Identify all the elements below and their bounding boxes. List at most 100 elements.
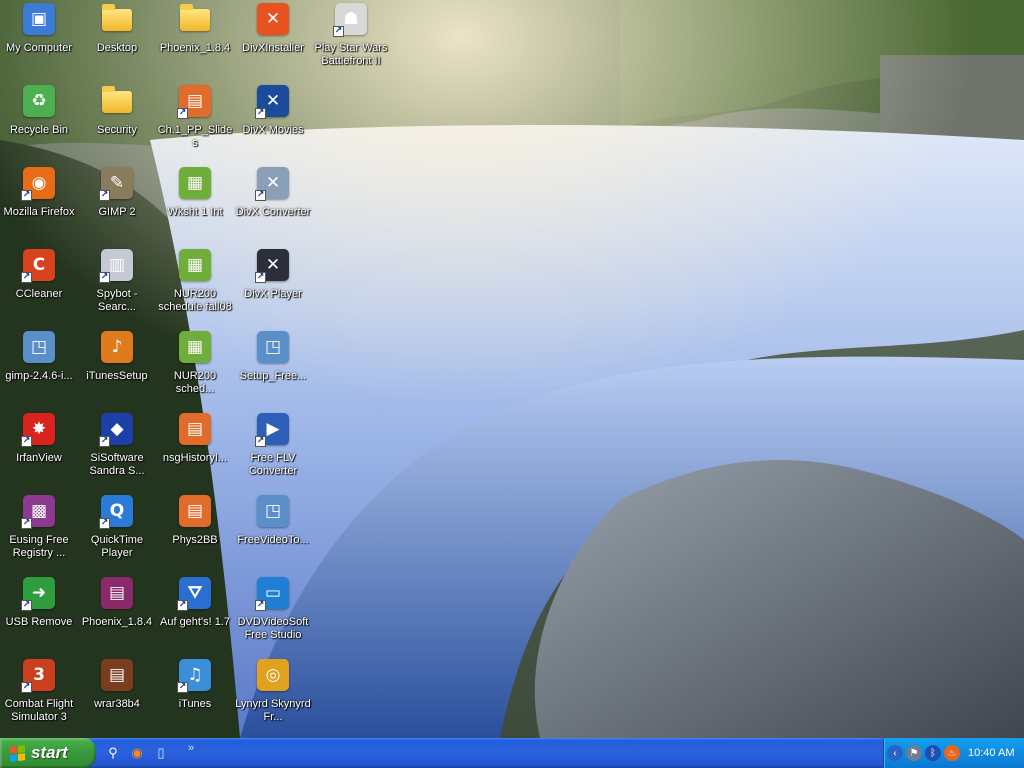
itunes-icon: ♫ ↗	[177, 659, 211, 693]
desktop-icon[interactable]: ▶ ↗ Free FLV Converter	[234, 410, 312, 492]
desktop-icon-label: DVDVideoSoft Free Studio	[237, 616, 309, 641]
desktop-icon-label: Phys2BB	[172, 534, 218, 546]
itunes-setup-icon: ♪	[101, 331, 133, 363]
desktop-icon-label: DivX Movies	[242, 124, 304, 136]
empty-grid-cell	[312, 246, 390, 328]
powerpoint-file-icon: ▤	[179, 413, 211, 445]
desktop-icon-label: USB Remove	[5, 616, 73, 628]
folder-icon	[180, 4, 210, 31]
desktop-icon[interactable]: ◆ ↗ SiSoftware Sandra S...	[78, 410, 156, 492]
desktop-icon[interactable]: Desktop	[78, 0, 156, 82]
desktop-icon[interactable]: ✕ ↗ DivX Player	[234, 246, 312, 328]
tray-collapse-icon[interactable]: ‹	[887, 745, 903, 761]
desktop-icon[interactable]: ♻ Recycle Bin	[0, 82, 78, 164]
desktop-icon-label: DivX Player	[244, 288, 302, 300]
desktop-icon[interactable]: 3 ↗ Combat Flight Simulator 3	[0, 656, 78, 738]
desktop-icon-label: nsgHistoryI...	[162, 452, 228, 464]
desktop-icon-label: Mozilla Firefox	[3, 206, 75, 218]
bluetooth-icon[interactable]: ᛒ	[925, 745, 941, 761]
desktop-icon-label: NUR200 sched...	[173, 370, 217, 395]
desktop-icon[interactable]: ✎ ↗ GIMP 2	[78, 164, 156, 246]
desktop-icon[interactable]: Security	[78, 82, 156, 164]
desktop-icon[interactable]: ▤ Phoenix_1.8.4	[78, 574, 156, 656]
desktop-icon[interactable]: ▦ NUR200 schedule fall08	[156, 246, 234, 328]
flv-converter-icon: ▶ ↗	[255, 413, 289, 447]
shortcut-arrow-icon: ↗	[21, 190, 32, 201]
shortcut-arrow-icon: ↗	[21, 272, 32, 283]
media-file-icon: ◎	[257, 659, 289, 691]
desktop-icon[interactable]: ✕ ↗ DivX Movies	[234, 82, 312, 164]
desktop-icon[interactable]: ◳ FreeVideoTo...	[234, 492, 312, 574]
desktop-icon[interactable]: C ↗ CCleaner	[0, 246, 78, 328]
shortcut-arrow-icon: ↗	[99, 518, 110, 529]
firefox-icon[interactable]: ◉	[128, 744, 146, 762]
flame-icon[interactable]: ♨	[944, 745, 960, 761]
installer-icon: ◳	[257, 495, 289, 527]
desktop-icon[interactable]: ✸ ↗ IrfanView	[0, 410, 78, 492]
folder-icon	[102, 86, 132, 113]
desktop-icon-label: gimp-2.4.6-i...	[5, 370, 73, 382]
desktop-icon[interactable]: ▤ wrar38b4	[78, 656, 156, 738]
desktop-icon[interactable]: ▥ ↗ Spybot - Searc...	[78, 246, 156, 328]
desktop-icon[interactable]: ▣ My Computer	[0, 0, 78, 82]
shortcut-arrow-icon: ↗	[255, 272, 266, 283]
shortcut-arrow-icon: ↗	[177, 600, 188, 611]
shortcut-arrow-icon: ↗	[99, 272, 110, 283]
divx-converter-icon: ✕ ↗	[255, 167, 289, 201]
desktop-icon[interactable]: Q ↗ QuickTime Player	[78, 492, 156, 574]
desktop-icon[interactable]: ♪ iTunesSetup	[78, 328, 156, 410]
desktop-icon[interactable]: ▤ nsgHistoryI...	[156, 410, 234, 492]
empty-grid-cell	[312, 492, 390, 574]
desktop-icon[interactable]: ♫ ↗ iTunes	[156, 656, 234, 738]
desktop-icon-label: Ch.1_PP_Slides	[157, 124, 233, 149]
divx-player-icon: ✕ ↗	[255, 249, 289, 283]
empty-grid-cell	[312, 82, 390, 164]
desktop-icon-label: iTunesSetup	[86, 370, 148, 382]
recycle-bin-icon: ♻	[23, 85, 55, 117]
spreadsheet-file-icon: ▦	[179, 331, 211, 363]
desktop-icon[interactable]: ◎ Lynyrd Skynyrd Fr...	[234, 656, 312, 738]
firefox-icon: ◉ ↗	[21, 167, 55, 201]
search-icon[interactable]: ⚲	[104, 744, 122, 762]
desktop-icon[interactable]: ⛛ ↗ Auf geht's! 1.7	[156, 574, 234, 656]
divx-installer-icon: ✕	[257, 3, 289, 35]
desktop-icon-label: Phoenix_1.8.4	[81, 616, 153, 628]
installer-icon: ◳	[257, 331, 289, 363]
desktop-icon[interactable]: ▦ NUR200 sched...	[156, 328, 234, 410]
desktop-icon-label: Lynyrd Skynyrd Fr...	[235, 698, 311, 723]
desktop-icon-label: iTunes	[178, 698, 212, 710]
desktop-icon-label: Spybot - Searc...	[96, 288, 138, 313]
desktop-icon[interactable]: ✕ ↗ DivX Converter	[234, 164, 312, 246]
ccleaner-icon: C ↗	[21, 249, 55, 283]
desktop-icon-label: Recycle Bin	[9, 124, 69, 136]
desktop-icon[interactable]: ➜ ↗ USB Remove	[0, 574, 78, 656]
network-icon[interactable]: ⚑	[906, 745, 922, 761]
desktop-icon-label: My Computer	[5, 42, 73, 54]
desktop-icon-label: Phoenix_1.8.4	[159, 42, 231, 54]
quick-launch-chevron-icon[interactable]: »	[188, 742, 194, 754]
shortcut-arrow-icon: ↗	[177, 108, 188, 119]
desktop-icon[interactable]: ▤ Phys2BB	[156, 492, 234, 574]
show-desktop-icon[interactable]: ▯	[152, 744, 170, 762]
desktop-icon[interactable]: ☗ ↗ Play Star Wars Battlefront II	[312, 0, 390, 82]
winrar-archive-icon: ▤	[101, 577, 133, 609]
clock[interactable]: 10:40 AM	[968, 747, 1014, 759]
desktop-icon[interactable]: ▤ ↗ Ch.1_PP_Slides	[156, 82, 234, 164]
desktop-icon[interactable]: Phoenix_1.8.4	[156, 0, 234, 82]
desktop-icon[interactable]: ◳ gimp-2.4.6-i...	[0, 328, 78, 410]
desktop-icon-label: Wksht 1 Int	[167, 206, 223, 218]
desktop-icon[interactable]: ◳ Setup_Free...	[234, 328, 312, 410]
folder-icon	[102, 4, 132, 31]
spreadsheet-file-icon: ▦	[179, 249, 211, 281]
winrar-installer-icon: ▤	[101, 659, 133, 691]
desktop-icon[interactable]: ▩ ↗ Eusing Free Registry ...	[0, 492, 78, 574]
shortcut-arrow-icon: ↗	[255, 436, 266, 447]
desktop-icon[interactable]: ▦ Wksht 1 Int	[156, 164, 234, 246]
desktop-icon[interactable]: ▭ ↗ DVDVideoSoft Free Studio	[234, 574, 312, 656]
desktop-icon[interactable]: ✕ DivXInstaller	[234, 0, 312, 82]
desktop-icon[interactable]: ◉ ↗ Mozilla Firefox	[0, 164, 78, 246]
powerpoint-file-icon: ▤	[179, 495, 211, 527]
star-wars-trooper-icon: ☗ ↗	[333, 3, 367, 37]
shortcut-arrow-icon: ↗	[21, 600, 32, 611]
start-button[interactable]: start	[0, 738, 96, 768]
